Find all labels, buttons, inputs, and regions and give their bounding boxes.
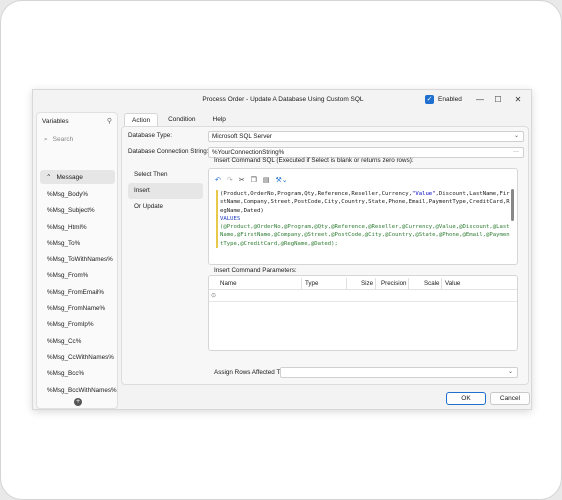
variables-title: Variables [42,118,69,125]
chevron-down-icon: ⌄ [507,369,513,375]
variables-search[interactable]: ⌕ Search [40,133,115,146]
checkmark-icon: ✓ [425,95,434,104]
enabled-toggle[interactable]: ✓ Enabled [425,95,462,104]
col-divider [346,278,347,290]
col-scale[interactable]: Scale [424,280,439,287]
variable-item[interactable]: %Msg_FromEmail% [47,285,117,301]
params-grid[interactable]: Name Type Size Precision Scale Value ⊙ [208,275,518,351]
connection-string-label: Database Connection String: [128,148,209,155]
db-type-value: Microsoft SQL Server [212,133,272,140]
sql-editor[interactable]: ↶ ↷ ✂ ❐ ▤ ⚒⌄ (Product,OrderNo,Program,Qt… [208,168,518,265]
sql-toolbar: ↶ ↷ ✂ ❐ ▤ ⚒⌄ [215,176,288,184]
undo-icon[interactable]: ↶ [215,176,221,184]
col-name[interactable]: Name [220,280,237,287]
redo-icon[interactable]: ↷ [227,176,233,184]
tab-help[interactable]: Help [206,113,233,126]
params-label: Insert Command Parameters: [214,267,297,274]
variables-panel: Variables ⚲ ⌕ Search ⌃ Message %Msg_Body… [36,112,118,409]
tab-condition[interactable]: Condition [161,113,202,126]
variable-item[interactable]: %Msg_CcWithNames% [47,350,117,366]
insert-sql-label: Insert Command SQL (Executed if Select i… [214,157,414,164]
step-list: Select Then Insert Or Update [128,167,203,215]
variable-item[interactable]: %Msg_Bcc% [47,366,117,382]
variable-item[interactable]: %Msg_Subject% [47,203,117,219]
db-type-dropdown[interactable]: Microsoft SQL Server ⌄ [208,131,524,142]
pin-icon[interactable]: ⚲ [107,117,112,125]
col-divider [408,278,409,290]
close-button[interactable]: ✕ [511,94,525,106]
params-header: Name Type Size Precision Scale Value [209,278,517,290]
chevron-down-icon: ⌄ [513,133,519,139]
col-divider [441,278,442,290]
variable-item[interactable]: %Msg_Cc% [47,334,117,350]
collapse-chevron-icon: ⌃ [46,174,52,181]
maximize-button[interactable]: ☐ [491,94,505,106]
search-placeholder: Search [52,136,74,143]
new-param-row[interactable]: ⊙ [209,290,517,302]
title-bar: Process Order - Update A Database Using … [33,90,531,110]
dialog-window: Process Order - Update A Database Using … [32,89,532,410]
action-panel: Database Type: Microsoft SQL Server ⌄ Da… [121,126,529,385]
sql-code[interactable]: (Product,OrderNo,Program,Qty,Reference,R… [216,190,510,249]
assign-rows-label: Assign Rows Affected To: [214,369,285,376]
assign-rows-dropdown[interactable]: ⌄ [280,367,518,378]
step-select-then[interactable]: Select Then [128,167,203,183]
variable-list: %Msg_Body% %Msg_Subject% %Msg_Html% %Msg… [47,187,117,399]
new-row-icon: ⊙ [211,293,217,299]
screenshot-card: Process Order - Update A Database Using … [0,0,562,500]
minimize-button[interactable]: — [473,94,487,106]
col-divider [301,278,302,290]
ok-button[interactable]: OK [446,392,486,405]
col-size[interactable]: Size [361,280,373,287]
sql-scrollbar[interactable] [511,189,514,221]
col-precision[interactable]: Precision [381,280,406,287]
copy-icon[interactable]: ❐ [251,176,257,184]
cut-icon[interactable]: ✂ [239,176,245,184]
variable-item[interactable]: %Msg_BccWithNames% [47,383,117,399]
sql-values-keyword: VALUES [220,215,241,222]
col-value[interactable]: Value [445,280,460,287]
message-group[interactable]: ⌃ Message [40,170,115,184]
variable-item[interactable]: %Msg_Html% [47,220,117,236]
step-or-update[interactable]: Or Update [128,199,203,215]
step-insert[interactable]: Insert [128,183,203,199]
col-divider [375,278,376,290]
sql-values-list: (@Product,@OrderNo,@Program,@Qty,@Refere… [220,224,510,247]
connection-string-value: %YourConnectionString% [212,149,285,156]
variable-item[interactable]: %Msg_Body% [47,187,117,203]
more-options-icon[interactable]: ··· [513,148,519,157]
variable-item[interactable]: %Msg_To% [47,236,117,252]
add-variable-icon[interactable]: + [74,398,82,406]
cancel-button[interactable]: Cancel [490,392,530,405]
sql-string-literal: "Value" [411,191,436,197]
col-type[interactable]: Type [305,280,318,287]
variable-item[interactable]: %Msg_ToWithNames% [47,252,117,268]
variable-item[interactable]: %Msg_From% [47,268,117,284]
enabled-label: Enabled [438,96,462,103]
insert-variable-icon[interactable]: ⚒⌄ [276,176,288,184]
paste-icon[interactable]: ▤ [263,176,270,184]
message-group-label: Message [56,173,83,181]
db-type-label: Database Type: [128,132,172,139]
tab-action[interactable]: Action [124,113,159,126]
variable-item[interactable]: %Msg_FromIp% [47,317,117,333]
tab-strip: Action Condition Help [124,113,233,126]
sql-columns-part1: (Product,OrderNo,Program,Qty,Reference,R… [220,191,412,197]
variable-item[interactable]: %Msg_FromName% [47,301,117,317]
search-icon: ⌕ [44,135,48,143]
